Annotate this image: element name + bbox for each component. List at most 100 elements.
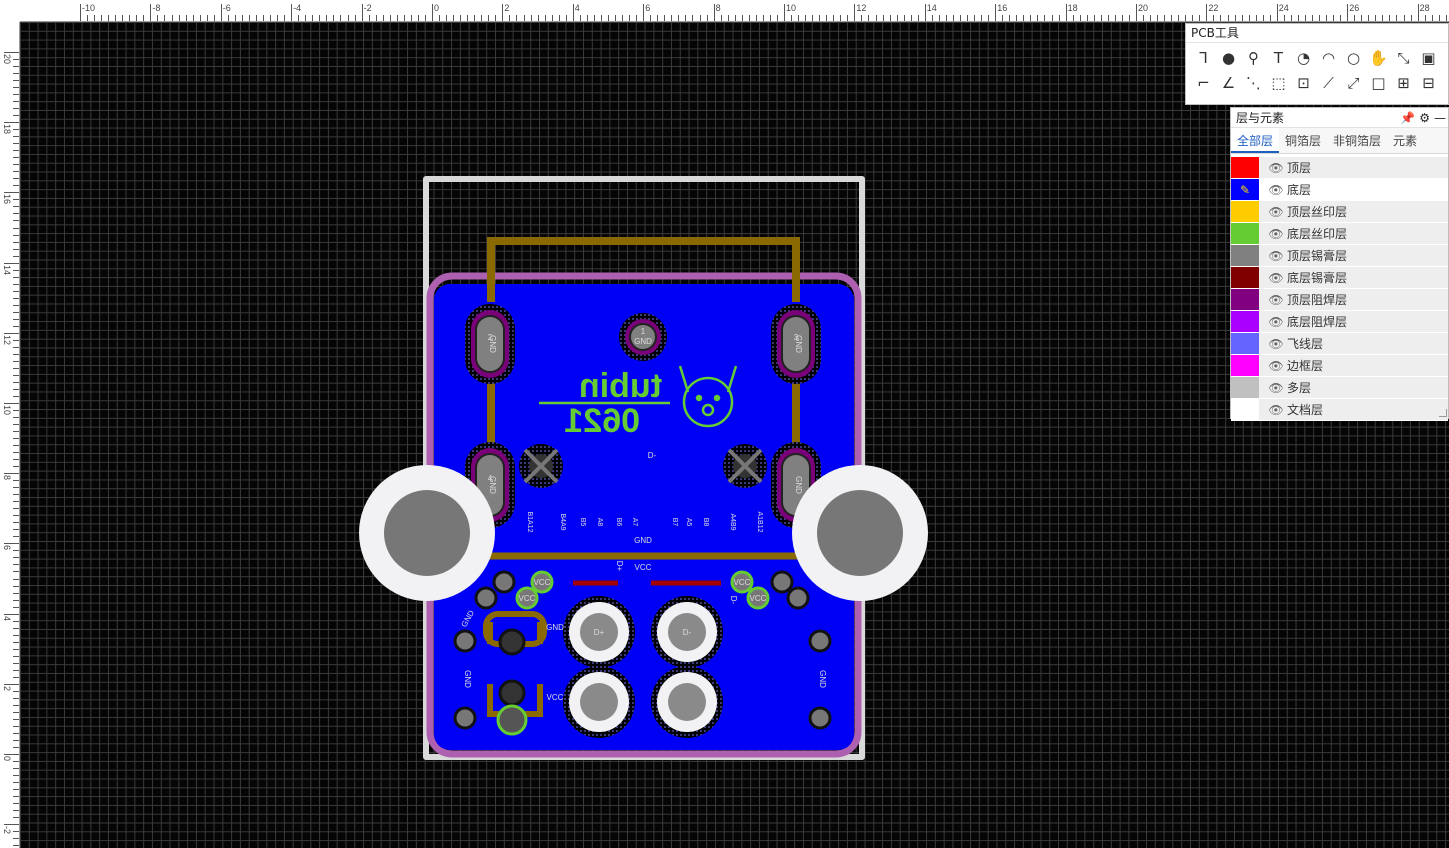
ruler-tick xyxy=(474,15,476,21)
ruler-tick xyxy=(981,15,983,21)
layer-row[interactable]: 👁 底层锡膏层 xyxy=(1231,267,1448,289)
tab-0[interactable]: 全部层 xyxy=(1231,128,1280,153)
ruler-tick xyxy=(13,845,19,847)
ruler-tick xyxy=(1312,15,1313,21)
tab-2[interactable]: 非铜箔层 xyxy=(1327,128,1387,153)
ruler-tick xyxy=(248,15,250,21)
select-box-icon[interactable]: ⬚ xyxy=(1266,70,1291,95)
via-icon[interactable]: ● xyxy=(1216,45,1241,70)
ruler-tick xyxy=(13,59,19,61)
text-icon[interactable]: T xyxy=(1266,45,1291,70)
polygon-icon[interactable]: ⟋ xyxy=(1316,70,1341,95)
angle-icon[interactable]: ∠ xyxy=(1216,70,1241,95)
visibility-eye-icon[interactable]: 👁 xyxy=(1265,227,1287,241)
corner-track-icon[interactable]: ⌐ xyxy=(1191,70,1216,95)
ruler-tick xyxy=(875,15,877,21)
visibility-eye-icon[interactable]: 👁 xyxy=(1265,205,1287,219)
layer-row[interactable]: 👁 底层丝印层 xyxy=(1231,223,1448,245)
settings-gear-icon[interactable]: ⚙ xyxy=(1419,108,1430,128)
ruler-tick xyxy=(1262,15,1264,21)
visibility-eye-icon[interactable]: 👁 xyxy=(1265,315,1287,329)
eda-window: -10 -8 -6 -4 -2 0 2 4 6 8 10 12 14 16 18 20 22 24 26 28 20 1… xyxy=(0,0,1449,848)
visibility-eye-icon[interactable]: 👁 xyxy=(1265,183,1287,197)
visibility-eye-icon[interactable]: 👁 xyxy=(1265,249,1287,263)
layer-row[interactable]: ✎ 👁 底层 xyxy=(1231,179,1448,201)
visibility-eye-icon[interactable]: 👁 xyxy=(1265,293,1287,307)
connect-icon[interactable]: ⋱ xyxy=(1241,70,1266,95)
layer-color-swatch[interactable] xyxy=(1231,157,1259,178)
ruler-tick xyxy=(537,15,539,21)
layer-color-swatch[interactable] xyxy=(1231,289,1259,310)
ruler-tick xyxy=(826,15,828,21)
tht-pad-vcc[interactable] xyxy=(563,666,635,738)
layer-color-swatch[interactable] xyxy=(1231,201,1259,222)
ruler-label-x: 22 xyxy=(1208,3,1219,13)
visibility-eye-icon[interactable]: 👁 xyxy=(1265,337,1287,351)
layer-color-swatch[interactable] xyxy=(1231,311,1259,332)
ruler-tick xyxy=(171,15,173,21)
arc-center-icon[interactable]: ◔ xyxy=(1291,45,1316,70)
ruler-corner xyxy=(0,0,20,22)
ruler-tick xyxy=(143,15,145,21)
layer-color-swatch[interactable] xyxy=(1231,245,1259,266)
layer-color-swatch[interactable]: ✎ xyxy=(1231,179,1259,200)
ruler-label-y: 6 xyxy=(2,545,12,551)
layer-row[interactable]: 👁 底层阻焊层 xyxy=(1231,311,1448,333)
ruler-tick xyxy=(13,283,19,285)
pad-icon[interactable]: ⚲ xyxy=(1241,45,1266,70)
layer-row[interactable]: 👁 顶层丝印层 xyxy=(1231,201,1448,223)
image-icon[interactable]: ▣ xyxy=(1416,45,1441,70)
visibility-eye-icon[interactable]: 👁 xyxy=(1265,161,1287,175)
visibility-eye-icon[interactable]: 👁 xyxy=(1265,381,1287,395)
minimize-icon[interactable]: — xyxy=(1434,108,1446,128)
vertical-ruler: 20 18 16 14 12 10 8 6 4 2 0 -2 xyxy=(0,22,20,848)
layer-row[interactable]: 👁 顶层锡膏层 xyxy=(1231,245,1448,267)
layer-row[interactable]: 👁 顶层阻焊层 xyxy=(1231,289,1448,311)
ruler-tick xyxy=(4,683,19,685)
layer-row[interactable]: 👁 顶层 xyxy=(1231,157,1448,179)
layer-row[interactable]: 👁 边框层 xyxy=(1231,355,1448,377)
visibility-eye-icon[interactable]: 👁 xyxy=(1265,403,1287,417)
ruler-tick xyxy=(13,550,19,552)
ruler-tick xyxy=(13,304,19,306)
pin-icon[interactable]: 📌 xyxy=(1400,108,1415,128)
mount-hole-right[interactable] xyxy=(792,465,928,601)
ruler-tick xyxy=(1185,15,1187,21)
tht-pad-gnd[interactable] xyxy=(651,666,723,738)
pan-hand-icon[interactable]: ✋ xyxy=(1366,45,1391,70)
layer-row[interactable]: 👁 飞线层 xyxy=(1231,333,1448,355)
rectangle-icon[interactable]: □ xyxy=(1366,70,1391,95)
tab-1[interactable]: 铜箔层 xyxy=(1279,128,1327,153)
resize-grip-icon[interactable] xyxy=(1439,409,1447,417)
layer-row[interactable]: 👁 多层 xyxy=(1231,377,1448,399)
route-icon[interactable]: ⤢ xyxy=(1341,70,1366,95)
visibility-eye-icon[interactable]: 👁 xyxy=(1265,271,1287,285)
ruler-tick xyxy=(847,15,849,21)
ruler-tick xyxy=(13,501,19,503)
pcb-label: B8 xyxy=(702,518,709,527)
board-outline-icon[interactable]: ⊟ xyxy=(1416,70,1441,95)
ruler-tick xyxy=(1431,15,1433,21)
layer-color-swatch[interactable] xyxy=(1231,223,1259,244)
tab-3[interactable]: 元素 xyxy=(1387,128,1423,153)
layer-color-swatch[interactable] xyxy=(1231,355,1259,376)
layer-color-swatch[interactable] xyxy=(1231,267,1259,288)
layer-color-swatch[interactable] xyxy=(1231,399,1259,420)
copper-pour-icon[interactable]: ⊞ xyxy=(1391,70,1416,95)
arc-icon[interactable]: ◠ xyxy=(1316,45,1341,70)
layer-color-swatch[interactable] xyxy=(1231,377,1259,398)
ruler-tick xyxy=(952,15,954,21)
circle-icon[interactable]: ○ xyxy=(1341,45,1366,70)
layer-color-swatch[interactable] xyxy=(1231,333,1259,354)
ruler-tick xyxy=(13,732,19,734)
ruler-tick xyxy=(833,15,835,21)
region-icon[interactable]: ⊡ xyxy=(1291,70,1316,95)
layer-row[interactable]: 👁 文档层 xyxy=(1231,399,1448,421)
wire-icon[interactable]: ⅂ xyxy=(1191,45,1216,70)
ruler-label-x: 8 xyxy=(715,3,721,13)
fit-icon[interactable]: ⤡ xyxy=(1391,45,1416,70)
visibility-eye-icon[interactable]: 👁 xyxy=(1265,359,1287,373)
mount-hole-left[interactable] xyxy=(359,465,495,601)
ruler-tick xyxy=(657,15,659,21)
ruler-tick xyxy=(523,15,525,21)
